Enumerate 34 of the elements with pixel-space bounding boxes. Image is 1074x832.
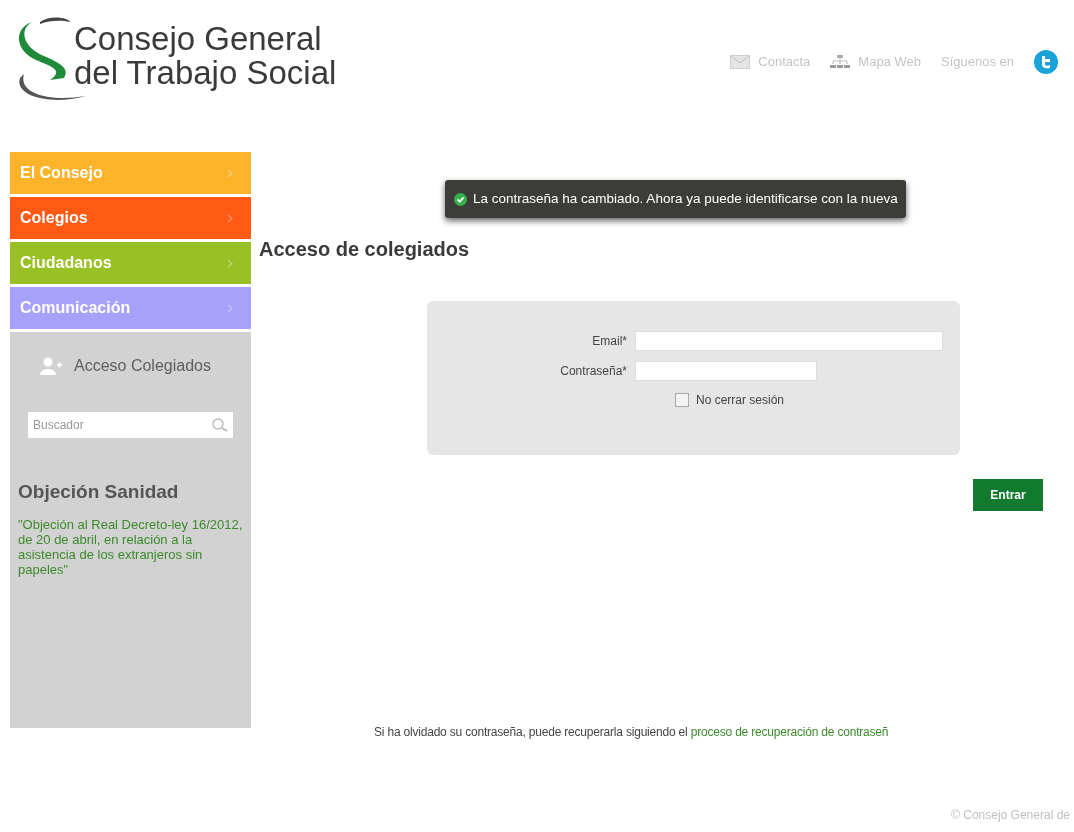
user-add-icon bbox=[40, 357, 62, 375]
search-icon bbox=[211, 418, 229, 432]
field-label: Email* bbox=[591, 333, 627, 350]
news-link[interactable]: "Objeción al Real Decreto-ley 16/2012, de 20 de abril, en relación a la asistencia de los extranjeros sin papeles" bbox=[18, 516, 243, 577]
chevron-icon bbox=[227, 303, 233, 313]
news-title: Objeción Sanidad bbox=[18, 480, 180, 504]
remember-checkbox[interactable] bbox=[675, 393, 689, 407]
menu-item[interactable]: Comunicación bbox=[10, 287, 251, 329]
remember-label: No cerrar sesión bbox=[696, 392, 785, 409]
menu-item[interactable]: Colegios bbox=[10, 197, 251, 239]
footer-copyright: © Consejo General de bbox=[951, 807, 1070, 824]
check-icon bbox=[454, 192, 467, 206]
chevron-icon bbox=[227, 258, 233, 268]
chevron-icon bbox=[227, 213, 233, 223]
chevron-icon bbox=[227, 168, 233, 178]
follow-text: Síguenos en bbox=[941, 53, 1014, 72]
notification-text: La contraseña ha cambiado. Ahora ya puede identificarse con la nueva bbox=[473, 189, 898, 208]
sitemap-icon bbox=[830, 55, 851, 69]
access-link[interactable]: Acceso Colegiados bbox=[18, 354, 243, 378]
header-link[interactable]: Contacta bbox=[730, 52, 811, 72]
password-field[interactable] bbox=[635, 361, 817, 381]
menu-item[interactable]: Ciudadanos bbox=[10, 242, 251, 284]
menu-item[interactable]: El Consejo bbox=[10, 152, 251, 194]
recovery-link[interactable]: proceso de recuperación de contraseñ bbox=[690, 725, 889, 739]
site-logo[interactable]: Consejo General del Trabajo Social bbox=[10, 8, 337, 103]
page-title: Acceso de colegiados bbox=[259, 237, 471, 262]
email-field[interactable] bbox=[635, 331, 943, 351]
envelope-icon bbox=[730, 55, 751, 69]
submit-button[interactable]: Entrar bbox=[973, 479, 1043, 511]
header-link[interactable]: Mapa Web bbox=[830, 52, 921, 72]
logo-text: Consejo General bbox=[74, 21, 323, 56]
field-label: Contraseña* bbox=[559, 363, 627, 380]
search-field[interactable]: Buscador bbox=[28, 412, 233, 438]
recovery-text: Si ha olvidado su contraseña, puede recuperarla siguiendo el proceso de recuperación de contraseñ bbox=[374, 724, 890, 741]
